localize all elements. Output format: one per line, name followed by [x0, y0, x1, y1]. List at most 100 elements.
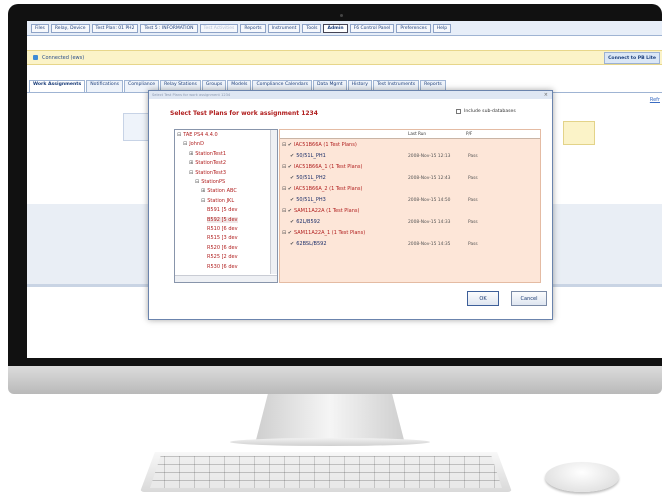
- tree-node[interactable]: ⊞ Station ABC: [201, 188, 237, 194]
- connection-status-bar: Connected (ews) Connect to PB Lite: [27, 50, 662, 65]
- cancel-button[interactable]: Cancel: [511, 291, 547, 306]
- ok-button[interactable]: OK: [467, 291, 499, 306]
- tree-vertical-scrollbar[interactable]: [270, 130, 277, 274]
- menu-tools[interactable]: Tools: [302, 23, 322, 33]
- tree-node-label: Station ABC: [207, 188, 237, 195]
- test-plan-group[interactable]: ⊟ ✔ IAC51B66A (1 Test Plans): [282, 142, 357, 148]
- tree-node[interactable]: R515 [3 dev: [207, 235, 238, 241]
- menu-admin[interactable]: Admin: [323, 23, 348, 33]
- tree-node-label: StationPS: [201, 179, 226, 185]
- pass-fail-cell: Pass: [468, 198, 478, 203]
- dialog-titlebar[interactable]: Select Test Plans for work assignment 12…: [149, 91, 552, 99]
- expand-icon[interactable]: ⊞: [189, 151, 193, 157]
- menu-preferences[interactable]: Preferences: [396, 23, 431, 33]
- tree-node-label: R530 [6 dev: [207, 263, 238, 270]
- checkbox-icon[interactable]: ✔: [290, 219, 294, 225]
- tree-node[interactable]: ⊟ JohnD: [183, 141, 204, 147]
- test-plan-label: 62L/B592: [296, 219, 321, 225]
- tree-node[interactable]: R530 [6 dev: [207, 264, 238, 270]
- group-checkbox-icon[interactable]: ⊟ ✔: [282, 142, 292, 148]
- close-icon[interactable]: ×: [544, 91, 548, 99]
- test-plan-group[interactable]: ⊟ ✔ IAC51B66A_1 (1 Test Plans): [282, 164, 362, 170]
- test-plan-item[interactable]: ✔ 50/51L_PH2: [290, 175, 326, 181]
- monitor-stand-foot: [230, 438, 430, 446]
- group-checkbox-icon[interactable]: ⊟ ✔: [282, 164, 292, 170]
- test-plan-group[interactable]: ⊟ ✔ IAC51B66A_2 (1 Test Plans): [282, 186, 362, 192]
- tree-node-label: StationTest2: [195, 160, 227, 167]
- test-plan-label: IAC51B66A (1 Test Plans): [293, 142, 357, 148]
- menu-f6-control-panel[interactable]: F6 Control Panel: [349, 23, 395, 33]
- monitor-chin: [8, 366, 662, 394]
- menu-help[interactable]: Help: [432, 23, 452, 33]
- test-plan-item[interactable]: ✔ 50/51L_PH1: [290, 153, 326, 159]
- group-checkbox-icon[interactable]: ⊟ ✔: [282, 186, 292, 192]
- monitor-stand-neck: [256, 394, 404, 440]
- checkbox-icon[interactable]: ✔: [290, 241, 294, 247]
- last-run-cell: 2008-Nov-15 14:35: [408, 242, 451, 247]
- pf-column-header[interactable]: P/F: [466, 131, 472, 136]
- test-plan-label: IAC51B66A_1 (1 Test Plans): [293, 164, 363, 170]
- test-plan-label: SAM11A22A (1 Test Plans): [293, 208, 360, 214]
- expand-icon[interactable]: ⊞: [201, 188, 205, 194]
- tree-node[interactable]: R520 [6 dev: [207, 245, 238, 251]
- test-plan-label: SAM11A22A_1 (1 Test Plans): [293, 230, 366, 236]
- test-plans-header: Last Run P/F: [280, 130, 540, 139]
- test-plan-item[interactable]: ✔ 62L/B592: [290, 219, 320, 225]
- last-run-cell: 2008-Nov-15 12:43: [408, 176, 451, 181]
- checkbox-icon[interactable]: ✔: [290, 197, 294, 203]
- include-sub-databases-option[interactable]: Include sub-databases: [456, 109, 516, 114]
- test-plan-group[interactable]: ⊟ ✔ SAM11A22A (1 Test Plans): [282, 208, 359, 214]
- menu-instrument[interactable]: Instrument: [267, 23, 301, 33]
- menu-files[interactable]: Files: [31, 23, 49, 33]
- tree-horizontal-scrollbar[interactable]: [175, 275, 277, 282]
- tree-node[interactable]: ⊟ Station JKL: [201, 198, 234, 204]
- tree-node[interactable]: B591 [5 dev: [207, 207, 238, 213]
- group-checkbox-icon[interactable]: ⊟ ✔: [282, 208, 292, 214]
- collapse-icon[interactable]: ⊟: [195, 179, 199, 185]
- tree-node-label: B591 [5 dev: [207, 207, 238, 214]
- test-plans-list: Last Run P/F ⊟ ✔ IAC51B66A (1 Test Plans)…: [279, 129, 541, 283]
- menu-test-plan-01-ph2[interactable]: Test Plan: 01 PH2: [91, 23, 139, 33]
- pass-fail-cell: Pass: [468, 242, 478, 247]
- tree-node[interactable]: ⊟ TAE PS4 4.4.0: [177, 132, 218, 138]
- menu-reports[interactable]: Reports: [240, 23, 266, 33]
- include-sub-databases-checkbox[interactable]: [456, 109, 461, 114]
- pass-fail-cell: Pass: [468, 220, 478, 225]
- last-run-cell: 2008-Nov-15 12:13: [408, 154, 451, 159]
- checkbox-icon[interactable]: ✔: [290, 153, 294, 159]
- test-plan-label: 50/51L_PH2: [296, 175, 326, 181]
- collapse-icon[interactable]: ⊟: [189, 170, 193, 176]
- last-run-column-header[interactable]: Last Run: [408, 131, 426, 136]
- tree-node[interactable]: ⊟ StationTest3: [189, 170, 226, 176]
- expand-icon[interactable]: ⊞: [189, 160, 193, 166]
- keyboard-keys: [150, 456, 502, 488]
- menu-relay-device[interactable]: Relay, Device: [50, 23, 90, 33]
- dialog-heading: Select Test Plans for work assignment 12…: [170, 110, 318, 117]
- connect-button[interactable]: Connect to PB Lite: [604, 52, 660, 64]
- collapse-icon[interactable]: ⊟: [201, 198, 205, 204]
- test-plan-item[interactable]: ✔ 50/51L_PH3: [290, 197, 326, 203]
- tab-notifications[interactable]: Notifications: [86, 80, 124, 92]
- connection-icon: [33, 55, 38, 60]
- tab-work-assignments[interactable]: Work Assignments: [29, 80, 86, 92]
- collapse-icon[interactable]: ⊟: [177, 132, 181, 138]
- menu-test-5-information[interactable]: Test 5 : INFORMATION: [140, 23, 198, 33]
- menu-test-activities[interactable]: Test Activities: [199, 23, 239, 33]
- test-plan-item[interactable]: ✔ 62BSL/B592: [290, 241, 327, 247]
- refresh-link[interactable]: Refr: [650, 97, 660, 103]
- background-table-right: [563, 121, 595, 145]
- tree-node-label: R515 [3 dev: [207, 235, 238, 242]
- group-checkbox-icon[interactable]: ⊟ ✔: [282, 230, 292, 236]
- tree-node[interactable]: ⊟ StationPS: [195, 179, 225, 185]
- include-sub-databases-label: Include sub-databases: [464, 109, 516, 114]
- tree-node-label: B592 [5 dev: [207, 216, 238, 223]
- tree-node[interactable]: B592 [5 dev: [207, 216, 238, 223]
- tree-node[interactable]: ⊞ StationTest1: [189, 151, 226, 157]
- test-plan-group[interactable]: ⊟ ✔ SAM11A22A_1 (1 Test Plans): [282, 230, 365, 236]
- station-tree[interactable]: ⊟ TAE PS4 4.4.0 ⊟ JohnD ⊞ StationTest1 ⊞ Statio…: [174, 129, 278, 283]
- checkbox-icon[interactable]: ✔: [290, 175, 294, 181]
- tree-node[interactable]: R525 [2 dev: [207, 254, 238, 260]
- tree-node[interactable]: R510 [6 dev: [207, 226, 238, 232]
- collapse-icon[interactable]: ⊟: [183, 141, 187, 147]
- tree-node[interactable]: ⊞ StationTest2: [189, 160, 226, 166]
